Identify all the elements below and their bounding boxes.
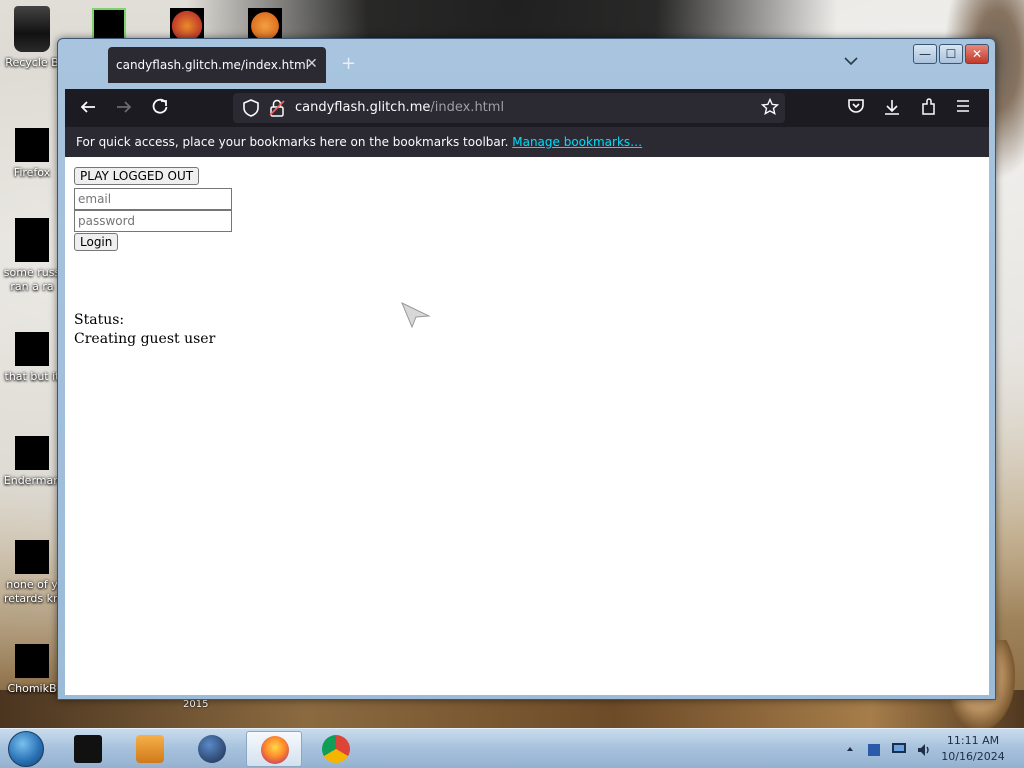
bookmarks-message: For quick access, place your bookmarks h…	[76, 135, 642, 149]
page-content: PLAY LOGGED OUT Login Status: Creating g…	[65, 157, 989, 695]
password-input[interactable]	[74, 210, 232, 232]
desktop-icon-label: some russ ran a ra	[3, 266, 61, 293]
tray-chevron-up-icon[interactable]	[846, 742, 854, 756]
status-label: Status:	[74, 312, 125, 328]
recycle-bin-icon	[14, 6, 50, 52]
insecure-lock-icon[interactable]	[269, 99, 285, 121]
back-icon[interactable]	[79, 98, 97, 121]
pocket-icon[interactable]	[847, 98, 865, 118]
file-icon	[15, 540, 49, 574]
address-bar[interactable]: candyflash.glitch.me/index.html	[233, 93, 785, 123]
play-logged-out-button[interactable]: PLAY LOGGED OUT	[74, 167, 200, 185]
firefox-icon	[15, 128, 49, 162]
desktop-icon-recycle-bin[interactable]: Recycle B	[2, 6, 62, 70]
taskbar-media-player[interactable]	[122, 731, 178, 767]
desktop-icon-label: that but it	[4, 370, 60, 383]
taskbar-app-3[interactable]	[184, 731, 240, 767]
desktop-icon-label: none of y retards kn	[4, 578, 60, 605]
extensions-icon[interactable]	[920, 98, 938, 120]
chevron-down-icon[interactable]	[844, 55, 858, 69]
window-controls: — ☐ ✕	[913, 44, 989, 66]
tray-shield-icon[interactable]	[866, 742, 882, 761]
desktop-icon-label: Firefox	[13, 166, 51, 179]
forward-icon[interactable]	[115, 98, 133, 121]
login-button[interactable]: Login	[74, 233, 119, 251]
globe-icon	[198, 735, 226, 763]
tab-close-icon[interactable]: ✕	[306, 56, 318, 72]
menu-icon[interactable]	[955, 98, 971, 118]
tray-network-icon[interactable]	[891, 742, 907, 759]
email-input[interactable]	[74, 188, 232, 210]
start-button[interactable]	[8, 731, 44, 767]
manage-bookmarks-link[interactable]: Manage bookmarks…	[512, 135, 642, 149]
taskbar-chrome[interactable]	[308, 731, 364, 767]
mouse-cursor-icon	[401, 301, 431, 332]
desktop-icon-7[interactable]: ChomikB	[2, 644, 62, 696]
url-path: /index.html	[430, 100, 505, 115]
desktop-icon-6[interactable]: none of y retards kn	[2, 540, 62, 606]
desktop-icon-5[interactable]: Enderman	[2, 436, 62, 488]
status-block: Status: Creating guest user	[74, 311, 215, 349]
file-icon	[15, 436, 49, 470]
shield-icon[interactable]	[243, 99, 259, 121]
desktop-icon-4[interactable]: that but it	[2, 332, 62, 384]
url-text[interactable]: candyflash.glitch.me/index.html	[295, 100, 504, 115]
tray-volume-icon[interactable]	[916, 742, 932, 761]
window-titlebar[interactable]: candyflash.glitch.me/index.html ✕ + — ☐ …	[58, 39, 995, 89]
status-value: Creating guest user	[74, 331, 216, 347]
browser-window: candyflash.glitch.me/index.html ✕ + — ☐ …	[57, 38, 996, 700]
maximize-button[interactable]: ☐	[939, 44, 963, 64]
desktop-icon-label: Recycle B	[5, 56, 59, 69]
clock-date: 10/16/2024	[941, 750, 1005, 763]
minimize-button[interactable]: —	[913, 44, 937, 64]
chrome-icon	[322, 735, 350, 763]
file-icon	[15, 218, 49, 262]
tab-candyflash[interactable]: candyflash.glitch.me/index.html ✕	[108, 47, 326, 83]
firefox-icon	[261, 736, 289, 764]
desktop-icon-firefox[interactable]: Firefox	[2, 128, 62, 180]
reload-icon[interactable]	[151, 98, 169, 121]
bookmarks-message-text: For quick access, place your bookmarks h…	[76, 135, 509, 149]
bookmarks-toolbar: For quick access, place your bookmarks h…	[65, 127, 989, 157]
taskbar-firefox[interactable]	[246, 731, 302, 767]
taskbar-clock[interactable]: 11:11 AM 10/16/2024	[940, 733, 1006, 765]
taskbar: 11:11 AM 10/16/2024	[0, 728, 1024, 768]
wallpaper-year: 2015	[183, 699, 209, 710]
clock-time: 11:11 AM	[946, 734, 1000, 747]
bookmark-star-icon[interactable]	[760, 97, 780, 120]
app-dark-icon	[74, 735, 102, 763]
tab-title: candyflash.glitch.me/index.html	[116, 58, 309, 72]
url-host: candyflash.glitch.me	[295, 100, 431, 115]
download-icon[interactable]	[883, 98, 901, 120]
new-tab-button[interactable]: +	[341, 53, 356, 74]
desktop-icon-label: Enderman	[3, 474, 61, 487]
desktop-icon-label: ChomikB	[7, 682, 57, 695]
close-button[interactable]: ✕	[965, 44, 989, 64]
desktop-icon-3[interactable]: some russ ran a ra	[2, 218, 62, 294]
taskbar-app-1[interactable]	[60, 731, 116, 767]
navigation-toolbar: candyflash.glitch.me/index.html	[65, 89, 989, 127]
file-icon	[15, 644, 49, 678]
media-player-icon	[136, 735, 164, 763]
file-icon	[15, 332, 49, 366]
